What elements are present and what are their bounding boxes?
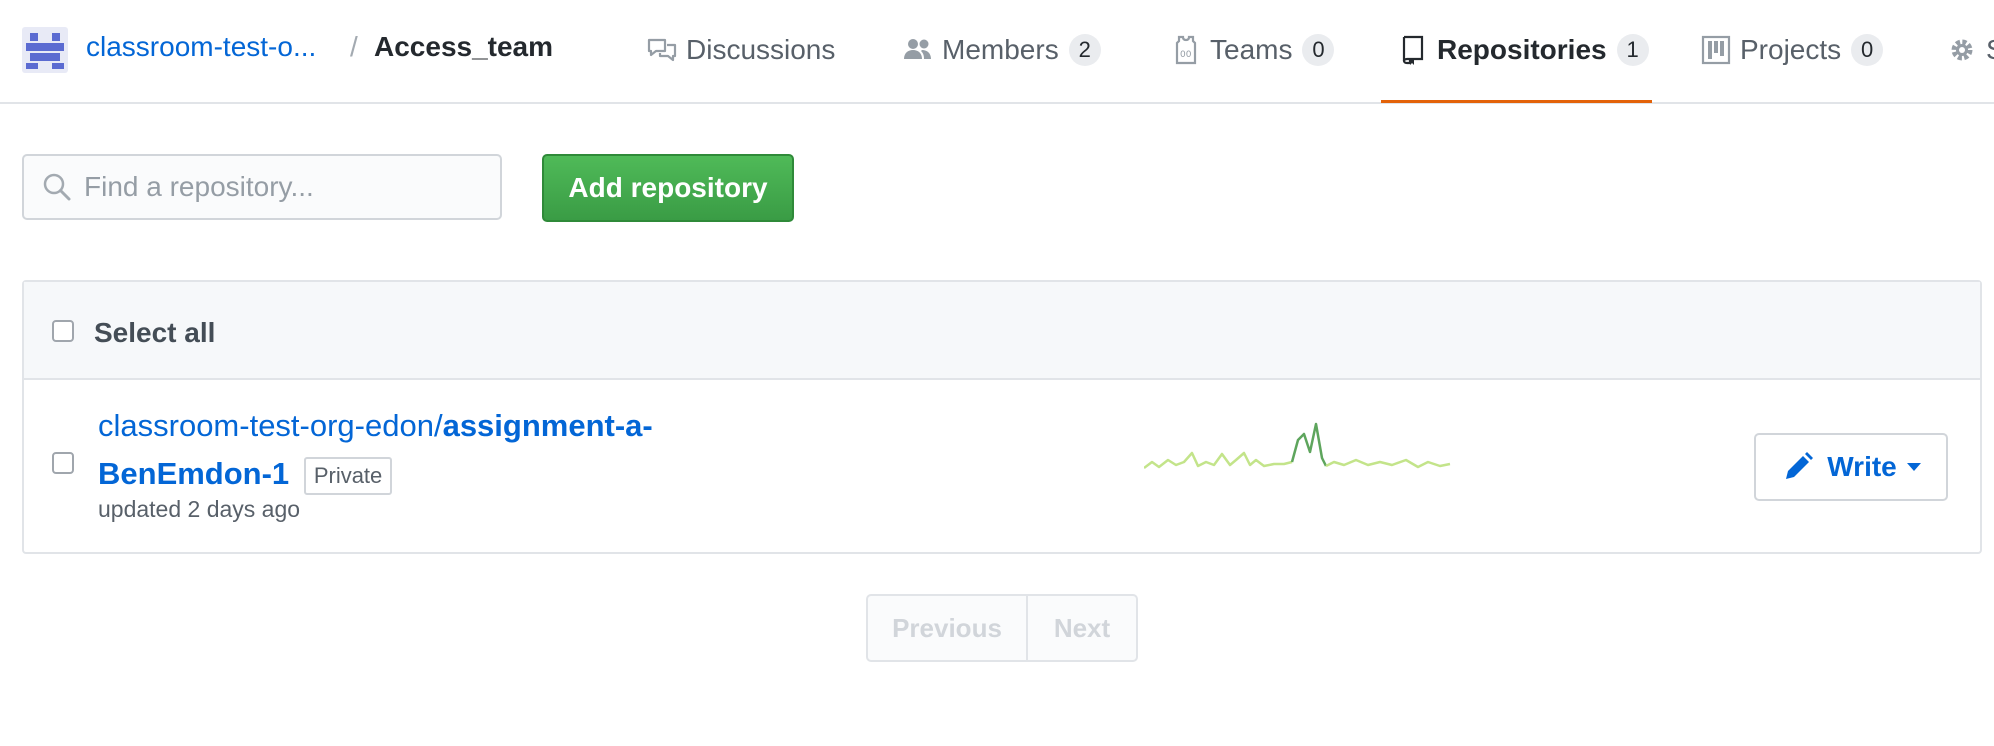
tab-members[interactable]: Members 2: [902, 30, 1101, 70]
repository-search[interactable]: [22, 154, 502, 220]
teams-count: 0: [1302, 34, 1335, 66]
repository-link[interactable]: classroom-test-org-edon/assignment-a-Ben…: [98, 402, 718, 498]
svg-text:00: 00: [1180, 50, 1192, 60]
table-header: Select all: [24, 282, 1980, 380]
tab-discussions[interactable]: Discussions: [646, 30, 835, 70]
private-badge: Private: [303, 456, 393, 495]
permission-dropdown-button[interactable]: Write: [1754, 433, 1948, 501]
team-header: classroom-test-o... / Access_team Discus…: [0, 0, 1994, 104]
team-name: Access_team: [374, 31, 554, 62]
tab-label: Members: [942, 34, 1059, 65]
permission-label: Write: [1827, 451, 1897, 482]
table-row: classroom-test-org-edon/assignment-a-Ben…: [24, 380, 1980, 552]
add-repository-button[interactable]: Add repository: [542, 154, 794, 222]
comment-discussion-icon: [646, 34, 678, 66]
repository-table: Select all classroom-test-org-edon/assig…: [22, 280, 1982, 554]
tab-label: Projects: [1740, 34, 1842, 65]
projects-count: 0: [1851, 34, 1884, 66]
tab-label: Discussions: [686, 34, 836, 65]
breadcrumb-separator: /: [350, 31, 358, 62]
pagination: Previous Next: [866, 594, 1138, 662]
members-count: 2: [1068, 34, 1101, 66]
selected-tab-indicator: [1381, 100, 1652, 103]
activity-sparkline: [1144, 422, 1451, 469]
search-input[interactable]: [82, 170, 486, 204]
repo-icon: [1397, 34, 1429, 66]
tab-label: Repositories: [1437, 34, 1607, 65]
people-icon: [902, 34, 934, 66]
jersey-icon: 00: [1170, 34, 1202, 66]
repositories-count: 1: [1616, 34, 1649, 66]
org-avatar[interactable]: [22, 27, 68, 73]
select-all-label: Select all: [94, 317, 216, 348]
gear-icon: [1946, 34, 1978, 66]
tab-settings[interactable]: S: [1946, 30, 1994, 70]
next-page-button[interactable]: Next: [1028, 596, 1136, 660]
tab-label: Teams: [1210, 34, 1293, 65]
row-checkbox[interactable]: [52, 452, 74, 474]
org-link[interactable]: classroom-test-o...: [86, 31, 316, 63]
chevron-down-icon: [1906, 463, 1921, 471]
repo-owner[interactable]: classroom-test-org-edon/: [98, 408, 443, 443]
tab-label: S: [1986, 34, 1994, 66]
previous-page-button[interactable]: Previous: [868, 596, 1028, 660]
search-icon: [43, 173, 71, 201]
pencil-icon: [1786, 452, 1814, 479]
tab-projects[interactable]: Projects 0: [1700, 30, 1884, 70]
select-all-checkbox[interactable]: [52, 320, 74, 342]
project-icon: [1700, 34, 1732, 66]
tab-repositories[interactable]: Repositories 1: [1397, 30, 1649, 70]
updated-time: updated 2 days ago: [98, 496, 301, 522]
tab-teams[interactable]: 00 Teams 0: [1170, 30, 1335, 70]
